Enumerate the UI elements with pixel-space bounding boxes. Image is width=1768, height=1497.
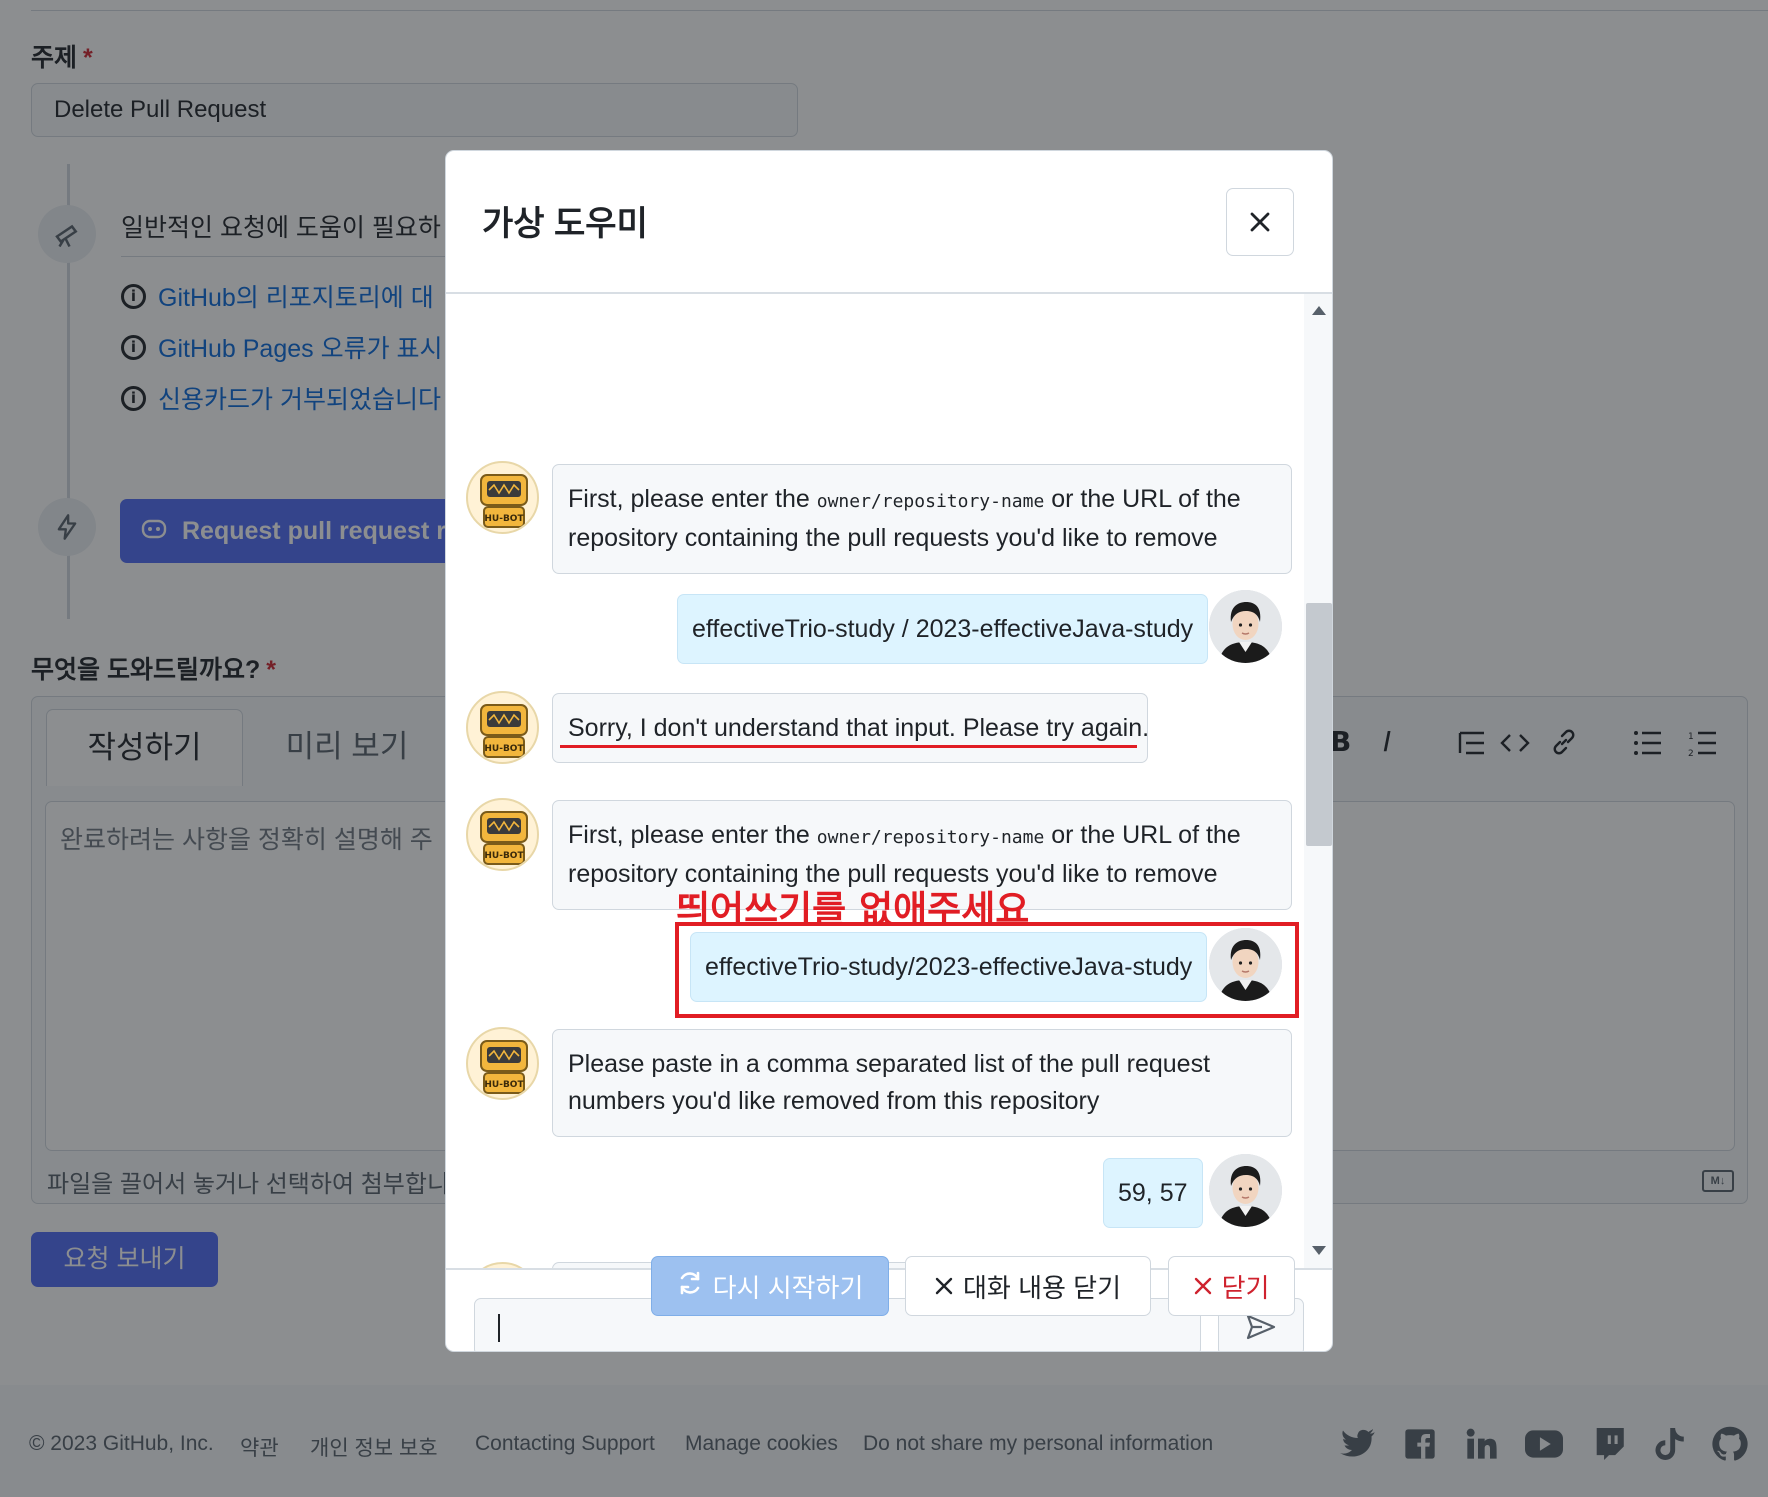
svg-text:HU-BOT: HU-BOT — [484, 851, 524, 861]
bot-message: First, please enter the owner/repository… — [552, 464, 1292, 574]
clear-label: 대화 내용 닫기 — [963, 1272, 1121, 1303]
clear-conversation-button[interactable]: 대화 내용 닫기 — [905, 1256, 1151, 1316]
bot-avatar: HU-BOT — [466, 1027, 539, 1100]
close-label: 닫기 — [1221, 1272, 1270, 1303]
user-avatar — [1209, 928, 1282, 1001]
svg-text:HU-BOT: HU-BOT — [484, 744, 524, 754]
bot-avatar: HU-BOT — [466, 461, 539, 534]
close-button[interactable]: 닫기 — [1168, 1256, 1295, 1316]
user-message: effectiveTrio-study/2023-effectiveJava-s… — [690, 932, 1208, 1002]
restart-button[interactable]: 다시 시작하기 — [651, 1256, 889, 1316]
dialog-title: 가상 도우미 — [482, 205, 648, 243]
x-icon — [935, 1271, 953, 1302]
text-caret — [498, 1314, 500, 1342]
annotation-underline — [560, 745, 1137, 748]
scroll-up-icon[interactable] — [1312, 306, 1326, 315]
scroll-down-icon[interactable] — [1312, 1246, 1326, 1255]
bot-message-error: Sorry, I don't understand that input. Pl… — [552, 693, 1149, 763]
restart-label: 다시 시작하기 — [712, 1272, 864, 1303]
bot-avatar: HU-BOT — [466, 691, 539, 764]
scrollbar-thumb[interactable] — [1306, 603, 1332, 846]
refresh-icon — [677, 1270, 703, 1303]
user-avatar — [1209, 590, 1282, 663]
chat-transcript[interactable]: HU-BOT First, please enter the owner/rep… — [446, 294, 1304, 1268]
bot-message: Please paste in a comma separated list o… — [552, 1029, 1292, 1137]
svg-text:HU-BOT: HU-BOT — [484, 514, 524, 524]
x-icon — [1194, 1271, 1212, 1302]
svg-text:HU-BOT: HU-BOT — [484, 1080, 524, 1090]
user-message: effectiveTrio-study / 2023-effectiveJava… — [677, 594, 1209, 664]
bot-avatar: HU-BOT — [466, 798, 539, 871]
send-icon — [1246, 1314, 1276, 1340]
virtual-assistant-dialog: 가상 도우미 HU-BOT First, please enter the ow… — [445, 150, 1333, 1352]
user-message: 59, 57 — [1103, 1158, 1203, 1228]
close-icon[interactable] — [1226, 188, 1294, 256]
user-avatar — [1209, 1154, 1282, 1227]
